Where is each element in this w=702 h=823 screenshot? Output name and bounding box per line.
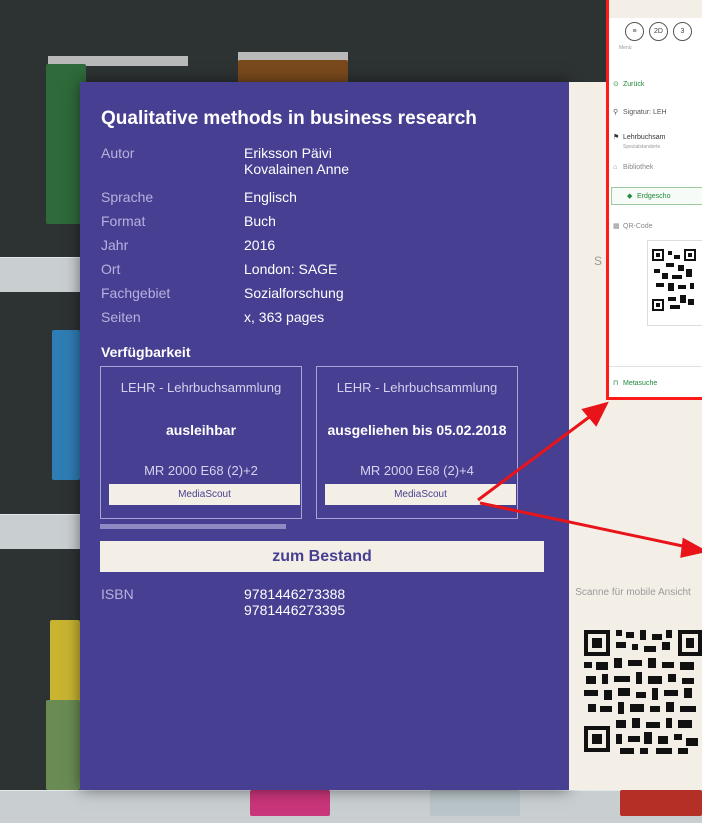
annotation-arrow xyxy=(477,410,597,502)
arrow-head-icon xyxy=(581,401,609,427)
arrow-head-icon xyxy=(680,537,702,558)
annotation-arrows xyxy=(477,401,702,558)
annotation-arrow xyxy=(479,501,693,550)
